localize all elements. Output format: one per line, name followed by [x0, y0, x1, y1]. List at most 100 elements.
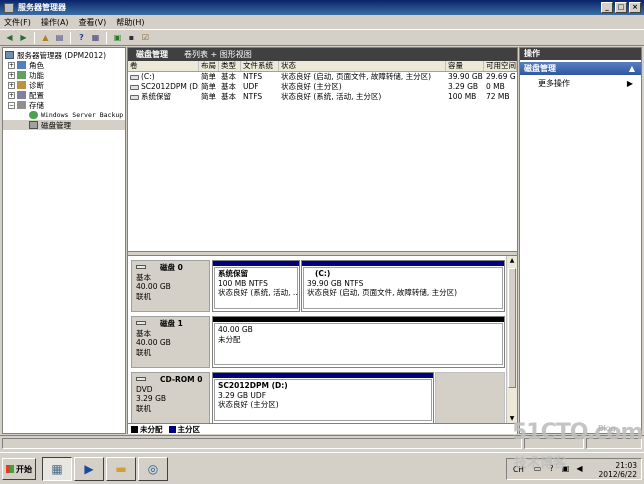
chevron-up-icon[interactable]: ▲ — [629, 62, 635, 75]
properties-icon[interactable]: ▦ — [90, 32, 101, 43]
storage-icon — [17, 101, 26, 109]
actions-title: 操作 — [520, 48, 641, 60]
system-tray: CH ▭ ? ▣ ◀ 21:03 2012/6/22 — [506, 458, 642, 480]
tree-item-configuration[interactable]: + 配置 — [3, 90, 125, 100]
column-header[interactable]: 可用空间 — [484, 61, 517, 71]
expand-icon[interactable]: + — [8, 81, 15, 89]
show-hide-tree-icon[interactable]: ▤ — [54, 32, 65, 43]
disk-management-icon — [29, 121, 38, 129]
configuration-icon — [17, 91, 26, 99]
table-row[interactable]: 系统保留 简单 基本 NTFS 状态良好 (系统, 活动, 主分区) 100 M… — [128, 92, 517, 102]
cell-status: 状态良好 (启动, 页面文件, 故障转储, 主分区) — [281, 72, 432, 81]
actions-section-disk-management[interactable]: 磁盘管理 ▲ — [520, 62, 641, 75]
cell-capacity: 3.29 GB — [448, 82, 479, 91]
app-icon: ◎ — [147, 462, 159, 476]
back-arrow-icon[interactable]: ◀ — [4, 32, 15, 43]
expand-icon[interactable]: + — [8, 91, 15, 99]
column-header[interactable]: 容量 — [446, 61, 484, 71]
network-icon[interactable]: ▣ — [561, 464, 570, 473]
scroll-down-icon[interactable]: ▼ — [508, 414, 516, 423]
column-header[interactable]: 状态 — [279, 61, 446, 71]
disk-label[interactable]: 磁盘 0 基本 40.00 GB 联机 — [131, 260, 210, 312]
tree-item-windows-server-backup[interactable]: Windows Server Backup — [3, 110, 125, 120]
taskbar-explorer[interactable]: ▬ — [106, 457, 136, 481]
language-indicator[interactable]: CH — [513, 465, 524, 474]
actions-pane: 操作 磁盘管理 ▲ 更多操作 ▶ — [519, 47, 642, 434]
clock[interactable]: 21:03 2012/6/22 — [599, 461, 637, 479]
disk-row[interactable]: 磁盘 0 基本 40.00 GB 联机 系统保留 100 MB NTFS 状态良… — [131, 260, 507, 312]
delete-icon[interactable]: ▪ — [126, 32, 137, 43]
partition[interactable]: 系统保留 100 MB NTFS 状态良好 (系统, 活动, ... — [212, 260, 300, 312]
maximize-button[interactable]: □ — [615, 2, 627, 13]
disk-row[interactable]: 磁盘 1 基本 40.00 GB 联机 40.00 GB 未分配 — [131, 316, 507, 368]
more-actions-label: 更多操作 — [538, 79, 570, 88]
close-button[interactable]: × — [629, 2, 641, 13]
expand-icon[interactable]: + — [8, 61, 15, 69]
export-list-icon[interactable]: ▣ — [112, 32, 123, 43]
legend-label: 未分配 — [140, 424, 163, 434]
partition[interactable]: (C:) 39.90 GB NTFS 状态良好 (启动, 页面文件, 故障转储,… — [301, 260, 505, 312]
toolbar-separator — [34, 31, 35, 44]
expand-icon[interactable]: + — [8, 71, 15, 79]
cell-capacity: 100 MB — [448, 92, 477, 101]
primary-partition-bar — [213, 373, 433, 378]
diagnostics-icon — [17, 81, 26, 89]
tree-item-storage[interactable]: − 存储 — [3, 100, 125, 110]
volume-table: 卷 布局 类型 文件系统 状态 容量 可用空间 (C:) 简单 基本 NTFS … — [128, 61, 517, 251]
disk-type: 基本 — [136, 272, 151, 282]
keyboard-icon[interactable]: ▭ — [533, 464, 542, 473]
forward-arrow-icon[interactable]: ▶ — [18, 32, 29, 43]
server-manager-icon — [4, 2, 14, 13]
disk-row[interactable]: CD-ROM 0 DVD 3.29 GB 联机 SC2012DPM (D:) 3… — [131, 372, 507, 423]
view-switch[interactable]: 卷列表 + 图形视图 — [184, 49, 252, 60]
taskbar-app[interactable]: ◎ — [138, 457, 168, 481]
cell-filesystem: NTFS — [243, 92, 263, 101]
checklist-icon[interactable]: ☑ — [140, 32, 151, 43]
cell-filesystem: UDF — [243, 82, 259, 91]
primary-partition-swatch — [168, 425, 176, 433]
column-header[interactable]: 卷 — [128, 61, 199, 71]
more-actions-item[interactable]: 更多操作 ▶ — [520, 78, 641, 90]
tree-root[interactable]: 服务器管理器 (DPM2012) — [3, 50, 125, 60]
disk-label[interactable]: CD-ROM 0 DVD 3.29 GB 联机 — [131, 372, 210, 423]
up-folder-icon[interactable]: ▲ — [40, 32, 51, 43]
disk-label[interactable]: 磁盘 1 基本 40.00 GB 联机 — [131, 316, 210, 368]
taskbar-powershell[interactable]: ▶ — [74, 457, 104, 481]
scroll-up-icon[interactable]: ▲ — [508, 256, 516, 265]
menu-view[interactable]: 查看(V) — [79, 17, 107, 28]
disk-name: CD-ROM 0 — [160, 375, 203, 384]
unallocated-partition[interactable]: 40.00 GB 未分配 — [212, 316, 505, 368]
table-row[interactable]: (C:) 简单 基本 NTFS 状态良好 (启动, 页面文件, 故障转储, 主分… — [128, 72, 517, 82]
primary-partition-bar — [213, 261, 299, 266]
help-tray-icon[interactable]: ? — [547, 464, 556, 473]
tree-item-disk-management[interactable]: 磁盘管理 — [3, 120, 125, 130]
minimize-button[interactable]: _ — [601, 2, 613, 13]
window-title: 服务器管理器 — [18, 3, 66, 12]
help-icon[interactable]: ? — [76, 32, 87, 43]
column-header[interactable]: 类型 — [219, 61, 241, 71]
cell-status: 状态良好 (主分区) — [281, 82, 342, 91]
menu-file[interactable]: 文件(F) — [4, 17, 31, 28]
scrollbar-thumb[interactable] — [508, 268, 516, 388]
menu-action[interactable]: 操作(A) — [41, 17, 69, 28]
tree-item-diagnostics[interactable]: + 诊断 — [3, 80, 125, 90]
partition-detail: 100 MB NTFS — [218, 278, 268, 288]
server-icon — [5, 51, 14, 59]
partition-name: SC2012DPM (D:) — [218, 381, 288, 390]
table-row[interactable]: SC2012DPM (D:) 简单 基本 UDF 状态良好 (主分区) 3.29… — [128, 82, 517, 92]
taskbar-server-manager[interactable]: ▦ — [42, 457, 72, 481]
column-header[interactable]: 布局 — [199, 61, 219, 71]
tree-item-features[interactable]: + 功能 — [3, 70, 125, 80]
partition-name: 系统保留 — [218, 269, 248, 278]
disk-status: 联机 — [136, 403, 151, 413]
column-header[interactable]: 文件系统 — [241, 61, 279, 71]
collapse-icon[interactable]: − — [8, 101, 15, 109]
tree-item-roles[interactable]: + 角色 — [3, 60, 125, 70]
disk-type: DVD — [136, 384, 153, 394]
start-button[interactable]: 开始 — [2, 458, 36, 480]
partition[interactable]: SC2012DPM (D:) 3.29 GB UDF 状态良好 (主分区) — [212, 372, 434, 423]
vertical-scrollbar[interactable]: ▲ ▼ — [506, 256, 517, 423]
menu-help[interactable]: 帮助(H) — [116, 17, 144, 28]
cell-free-space: 0 MB — [486, 82, 505, 91]
volume-icon[interactable]: ◀ — [575, 464, 584, 473]
